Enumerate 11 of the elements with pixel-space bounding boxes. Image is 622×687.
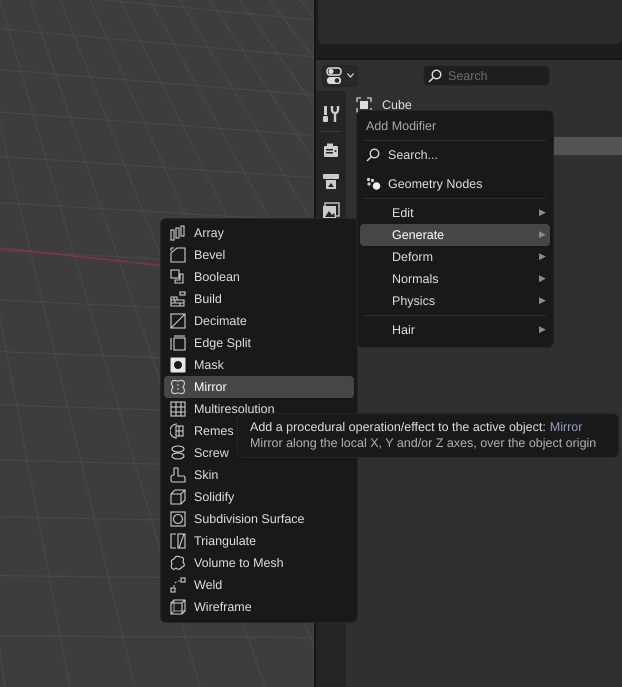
submenu-arrow: ▶	[539, 206, 546, 220]
submenu-arrow: ▶	[539, 294, 546, 308]
tooltip-description: Mirror along the local X, Y and/or Z axes, over the object origin	[250, 436, 596, 450]
submenu-arrow: ▶	[539, 272, 546, 286]
tooltip-value: Mirror	[550, 420, 582, 434]
tooltip-text: Add a procedural operation/effect to the active object:	[250, 420, 546, 434]
menu-title: Add Modifier	[365, 118, 438, 135]
submenu-arrow: ▶	[539, 228, 546, 242]
object-name: Cube	[382, 97, 412, 114]
submenu-arrow: ▶	[539, 250, 546, 264]
submenu-arrow: ▶	[539, 323, 546, 336]
